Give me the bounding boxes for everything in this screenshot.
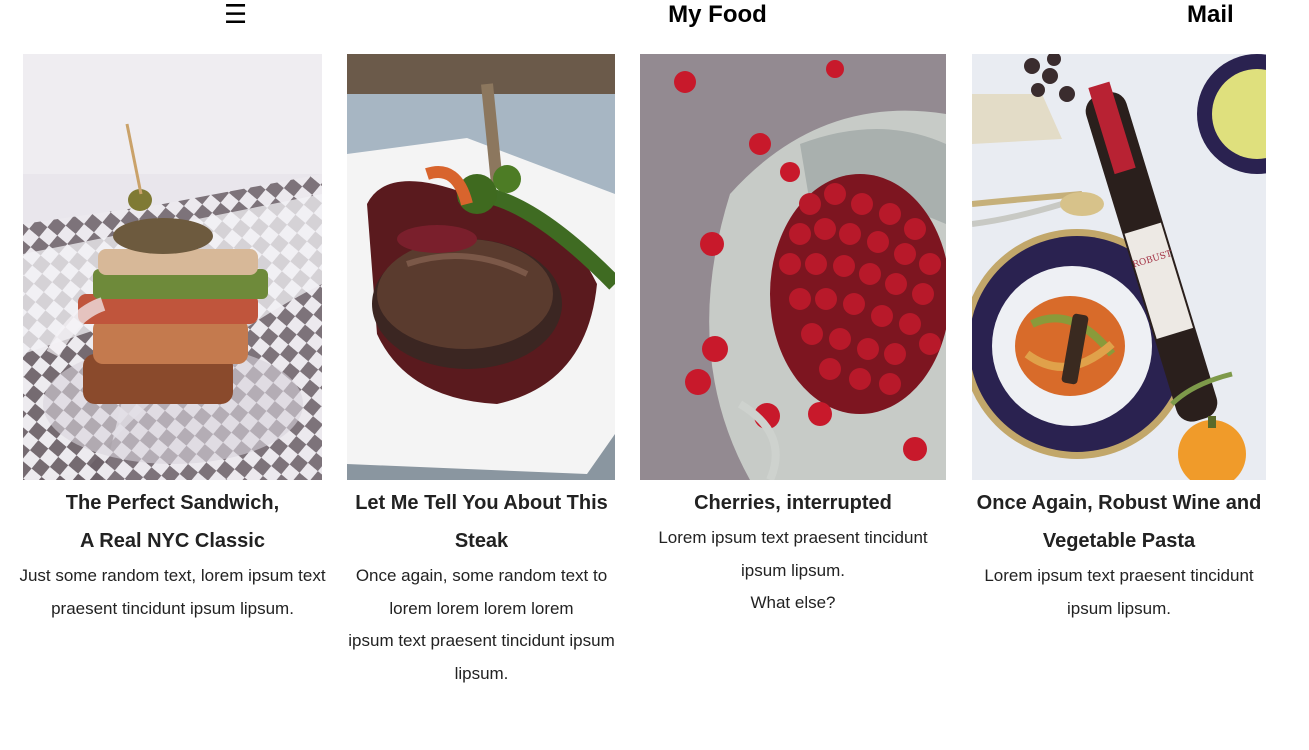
card-title: The Perfect Sandwich, A Real NYC Classic	[65, 492, 280, 552]
card-text: Once again, some random text to lorem lo…	[348, 566, 615, 683]
food-card-sandwich: The Perfect Sandwich, A Real NYC Classic…	[6, 54, 339, 625]
card-text: Lorem ipsum text praesent tincidunt ipsu…	[658, 528, 928, 612]
card-title: Once Again, Robust Wine and Vegetable Pa…	[976, 492, 1262, 552]
sandwich-photo[interactable]	[23, 54, 322, 480]
top-navigation: ☰ My Food Mail	[0, 0, 1309, 34]
food-card-cherries: Cherries, interrupted Lorem ipsum text p…	[637, 54, 949, 620]
card-title: Let Me Tell You About This Steak	[355, 492, 608, 552]
card-title: Cherries, interrupted	[694, 492, 892, 514]
site-title: My Food	[668, 1, 767, 28]
food-card-wine-pasta: ROBUST Once Again, Robust Wine and Veget…	[966, 54, 1272, 625]
cherries-photo[interactable]	[640, 54, 946, 480]
steak-photo[interactable]	[347, 54, 615, 480]
card-text: Lorem ipsum text praesent tincidunt ipsu…	[984, 566, 1254, 618]
food-card-steak: Let Me Tell You About This Steak Once ag…	[340, 54, 623, 690]
mail-link[interactable]: Mail	[1187, 0, 1234, 30]
wine-pasta-photo[interactable]: ROBUST	[972, 54, 1266, 480]
card-text: Just some random text, lorem ipsum text …	[19, 566, 326, 618]
